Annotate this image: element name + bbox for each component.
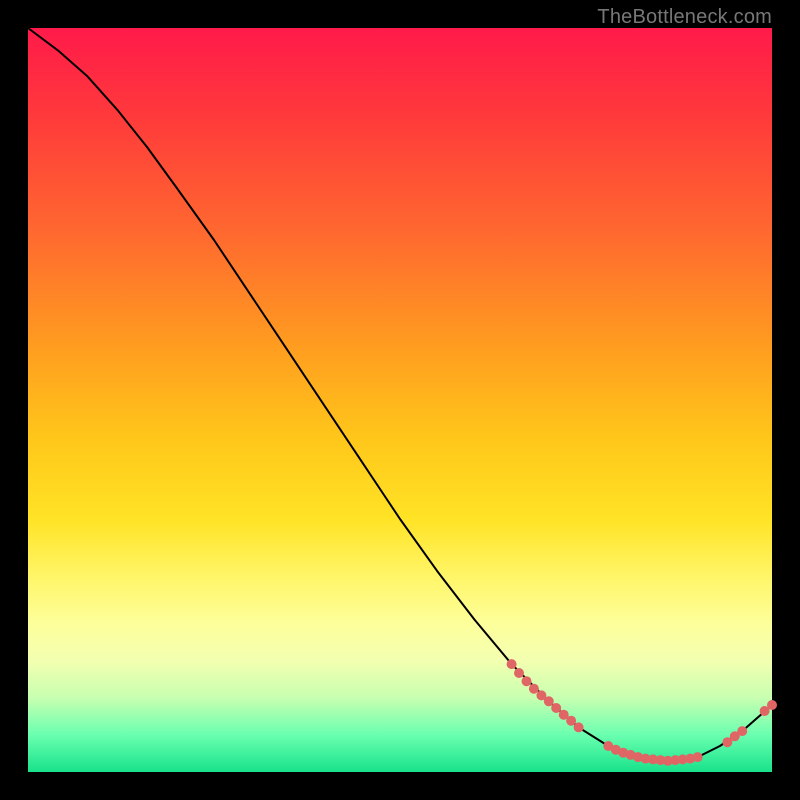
plot-area — [28, 28, 772, 772]
data-dot — [507, 659, 517, 669]
chart-frame: TheBottleneck.com — [0, 0, 800, 800]
data-dot — [767, 700, 777, 710]
data-dot — [566, 716, 576, 726]
data-dot — [514, 668, 524, 678]
data-dots-group — [507, 659, 777, 766]
data-dot — [529, 684, 539, 694]
curve-line — [28, 28, 772, 761]
data-dot — [544, 696, 554, 706]
data-dot — [551, 703, 561, 713]
watermark-text: TheBottleneck.com — [597, 6, 772, 29]
data-dot — [574, 722, 584, 732]
data-dot — [693, 752, 703, 762]
chart-svg — [28, 28, 772, 772]
data-dot — [522, 676, 532, 686]
data-dot — [737, 726, 747, 736]
